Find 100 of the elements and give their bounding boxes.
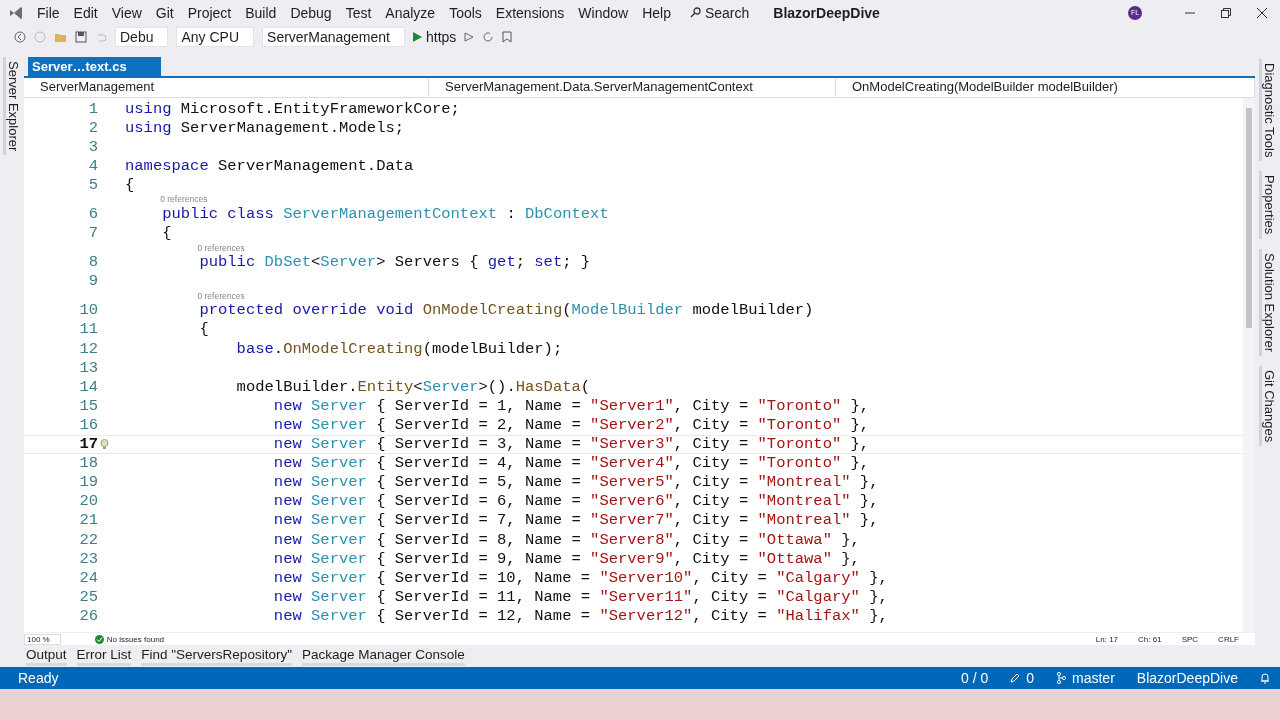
menu-item[interactable]: Tools <box>442 2 489 23</box>
configuration-dropdown[interactable]: Debu <box>115 27 169 47</box>
line-number: 16 <box>78 415 98 434</box>
code-line: { <box>161 224 172 243</box>
menu-item[interactable]: Analyze <box>378 2 443 23</box>
line-number: 9 <box>87 272 98 291</box>
code-line: namespace ServerManagement.Data <box>125 156 414 175</box>
code-line: new Server { ServerId = 10, Name = "Server10", City = "Calgary" }, <box>272 568 888 587</box>
restore-icon[interactable] <box>1221 7 1231 18</box>
line-number: 6 <box>87 205 98 223</box>
line-number: 13 <box>78 358 98 377</box>
app-logo-icon <box>8 4 24 21</box>
search-icon <box>689 7 701 18</box>
startup-project-dropdown[interactable]: ServerManagement <box>262 27 405 47</box>
lightbulb-icon[interactable] <box>100 438 109 450</box>
line-number: 1 <box>87 99 98 118</box>
line-number: 17 <box>78 435 98 454</box>
repository-indicator[interactable]: BlazorDeepDive <box>1136 670 1238 686</box>
line-number: 7 <box>87 224 98 243</box>
menu-item[interactable]: Debug <box>283 2 339 23</box>
code-line: public DbSet<Server> Servers { get; set; } <box>198 253 591 272</box>
line-number: 21 <box>78 511 98 530</box>
position-indicator[interactable]: CRLF <box>1218 634 1239 644</box>
menu-item[interactable]: View <box>104 2 149 23</box>
line-number: 11 <box>78 320 98 339</box>
code-line: using Microsoft.EntityFrameworkCore; <box>125 99 460 118</box>
branch-indicator[interactable]: master <box>1056 670 1115 686</box>
line-number: 23 <box>78 549 98 568</box>
code-line: { <box>125 175 135 194</box>
navigation-dropdown[interactable]: ServerManagement.Data.ServerManagementContext <box>429 78 836 97</box>
line-number: 14 <box>78 377 98 396</box>
line-number: 4 <box>87 156 98 175</box>
zoom-dropdown[interactable]: 100 % <box>24 633 61 645</box>
code-line: public class ServerManagementContext : DbContext <box>161 205 609 223</box>
document-tab[interactable]: Server…text.cs <box>28 57 161 76</box>
line-number: 3 <box>87 137 98 156</box>
side-tab[interactable]: Solution Explorer <box>1258 248 1277 356</box>
bell-icon[interactable] <box>1260 672 1270 684</box>
menu-item[interactable]: Edit <box>66 2 105 23</box>
line-number: 22 <box>78 530 98 549</box>
issues-indicator[interactable]: No issues found <box>94 634 165 644</box>
refresh-icon[interactable] <box>482 31 495 43</box>
navigation-dropdown[interactable]: OnModelCreating(ModelBuilder modelBuilder) <box>836 78 1255 97</box>
save-icon[interactable] <box>75 31 87 43</box>
references-label[interactable]: 0 references <box>160 194 208 205</box>
position-indicator[interactable]: Ch: 61 <box>1138 634 1162 644</box>
line-number: 25 <box>78 587 98 606</box>
line-number: 8 <box>87 253 98 272</box>
references-label[interactable]: 0 references <box>197 242 245 253</box>
code-line: { <box>198 320 209 339</box>
code-line: new Server { ServerId = 2, Name = "Server2", City = "Toronto" }, <box>272 415 870 434</box>
position-indicator[interactable]: SPC <box>1181 634 1199 644</box>
line-number: 18 <box>78 454 98 473</box>
side-tab[interactable]: Server Explorer <box>3 57 21 156</box>
menu-item[interactable]: Build <box>238 2 284 23</box>
side-tab[interactable]: Git Changes <box>1258 365 1277 446</box>
close-icon[interactable] <box>1257 7 1267 18</box>
play-icon <box>413 32 422 42</box>
changes-indicator[interactable]: 0 <box>1010 670 1035 686</box>
code-line: new Server { ServerId = 8, Name = "Server8", City = "Ottawa" }, <box>272 530 860 549</box>
code-line: new Server { ServerId = 3, Name = "Server3", City = "Toronto" }, <box>272 435 870 454</box>
play-outline-icon[interactable] <box>464 32 475 42</box>
menu-item[interactable]: Extensions <box>488 2 572 23</box>
navigation-dropdown[interactable]: ServerManagement <box>24 78 429 97</box>
menu-item[interactable]: Window <box>571 2 636 23</box>
branch-icon <box>1056 672 1067 684</box>
code-line: new Server { ServerId = 9, Name = "Server9", City = "Ottawa" }, <box>272 549 860 568</box>
bookmark-icon[interactable] <box>502 31 513 43</box>
line-number: 15 <box>78 396 98 415</box>
side-tab[interactable]: Properties <box>1258 171 1277 239</box>
side-tab[interactable]: Diagnostic Tools <box>1258 59 1277 162</box>
back-icon[interactable] <box>14 31 26 43</box>
code-line: modelBuilder.Entity<Server>().HasData( <box>235 377 591 396</box>
line-number: 24 <box>78 568 98 587</box>
line-number: 20 <box>78 492 98 511</box>
references-label[interactable]: 0 references <box>197 290 245 301</box>
code-line: new Server { ServerId = 11, Name = "Server11", City = "Calgary" }, <box>272 587 888 606</box>
menu-item[interactable]: Git <box>148 2 181 23</box>
sync-indicator[interactable]: 0 / 0 <box>961 670 989 686</box>
code-line: base.OnModelCreating(modelBuilder); <box>235 339 563 358</box>
menu-item[interactable]: File <box>30 2 67 23</box>
solution-name: BlazorDeepDive <box>773 4 880 21</box>
code-line: new Server { ServerId = 1, Name = "Server1", City = "Toronto" }, <box>272 396 870 415</box>
menu-item[interactable]: Project <box>180 2 239 23</box>
line-number: 5 <box>87 175 98 194</box>
code-line: protected override void OnModelCreating(ModelBuilder modelBuilder) <box>198 301 814 320</box>
code-line: using ServerManagement.Models; <box>125 118 405 137</box>
position-indicator[interactable]: Ln: 17 <box>1095 634 1119 644</box>
line-number: 10 <box>78 301 98 320</box>
run-button[interactable]: https <box>413 29 457 45</box>
code-line: new Server { ServerId = 5, Name = "Server5", City = "Montreal" }, <box>272 473 879 492</box>
platform-dropdown[interactable]: Any CPU <box>176 27 255 47</box>
line-number: 26 <box>78 606 98 625</box>
code-line: new Server { ServerId = 4, Name = "Server4", City = "Toronto" }, <box>272 454 870 473</box>
menu-item[interactable]: Test <box>338 2 379 23</box>
pencil-icon <box>1010 673 1021 683</box>
search-button[interactable]: Search <box>689 4 750 21</box>
line-number: 12 <box>78 339 98 358</box>
code-line: new Server { ServerId = 7, Name = "Server7", City = "Montreal" }, <box>272 511 879 530</box>
menu-item[interactable]: Help <box>635 2 678 23</box>
